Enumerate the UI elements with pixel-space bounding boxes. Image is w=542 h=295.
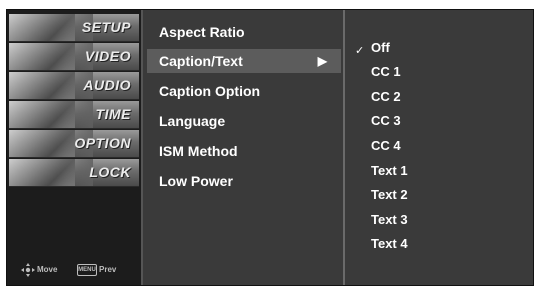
value-item-text2[interactable]: Text 2 bbox=[371, 183, 408, 206]
checkmark-icon: ✓ bbox=[355, 45, 365, 57]
tv-screen: SETUP VIDEO AUDIO TIME OPTION LOCK Move … bbox=[0, 0, 542, 295]
move-label: Move bbox=[37, 265, 58, 274]
option-ism-method[interactable]: ISM Method bbox=[147, 139, 341, 163]
setup-icon bbox=[9, 14, 93, 41]
navigation-hint: Move MENU Prev bbox=[11, 263, 139, 277]
value-item-text4[interactable]: Text 4 bbox=[371, 232, 408, 255]
category-video[interactable]: VIDEO bbox=[9, 43, 139, 71]
category-label: LOCK bbox=[89, 164, 131, 180]
option-caption-option[interactable]: Caption Option bbox=[147, 79, 341, 103]
option-label: ISM Method bbox=[159, 143, 238, 159]
option-label: Low Power bbox=[159, 173, 233, 189]
lock-icon bbox=[9, 159, 93, 186]
category-setup[interactable]: SETUP bbox=[9, 14, 139, 42]
right-arrow-icon: ▶ bbox=[317, 54, 327, 68]
value-item-text1[interactable]: Text 1 bbox=[371, 159, 408, 182]
option-label: Aspect Ratio bbox=[159, 24, 245, 40]
value-item-cc1[interactable]: CC 1 bbox=[371, 60, 401, 83]
value-item-text3[interactable]: Text 3 bbox=[371, 208, 408, 231]
category-lock[interactable]: LOCK bbox=[9, 159, 139, 187]
value-item-cc3[interactable]: CC 3 bbox=[371, 109, 401, 132]
video-icon bbox=[9, 43, 93, 70]
prev-label: Prev bbox=[99, 265, 117, 274]
category-label: OPTION bbox=[74, 135, 131, 151]
option-aspect-ratio[interactable]: Aspect Ratio bbox=[147, 20, 341, 44]
menu-panel: SETUP VIDEO AUDIO TIME OPTION LOCK Move … bbox=[6, 9, 534, 286]
category-time[interactable]: TIME bbox=[9, 101, 139, 129]
category-label: SETUP bbox=[81, 19, 131, 35]
value-item-cc2[interactable]: CC 2 bbox=[371, 85, 401, 108]
value-submenu: ✓ Off CC 1 CC 2 CC 3 CC 4 Text 1 Text 2 … bbox=[345, 10, 533, 285]
category-audio[interactable]: AUDIO bbox=[9, 72, 139, 100]
option-label: Language bbox=[159, 113, 226, 129]
time-icon bbox=[9, 101, 93, 128]
move-icon bbox=[21, 263, 35, 277]
menu-key-icon: MENU bbox=[77, 264, 97, 276]
option-language[interactable]: Language bbox=[147, 109, 341, 133]
category-menu: SETUP VIDEO AUDIO TIME OPTION LOCK Move … bbox=[7, 10, 143, 285]
option-menu: Aspect Ratio Caption/Text ▶ Caption Opti… bbox=[143, 10, 345, 285]
category-label: AUDIO bbox=[83, 77, 131, 93]
option-caption-text[interactable]: Caption/Text ▶ bbox=[147, 49, 341, 73]
category-label: VIDEO bbox=[84, 48, 131, 64]
category-option[interactable]: OPTION bbox=[9, 130, 139, 158]
option-icon bbox=[9, 130, 93, 157]
value-item-off[interactable]: Off bbox=[371, 36, 390, 59]
value-item-cc4[interactable]: CC 4 bbox=[371, 134, 401, 157]
category-label: TIME bbox=[95, 106, 131, 122]
option-label: Caption/Text bbox=[159, 53, 243, 69]
option-low-power[interactable]: Low Power bbox=[147, 169, 341, 193]
audio-icon bbox=[9, 72, 93, 99]
option-label: Caption Option bbox=[159, 83, 261, 99]
